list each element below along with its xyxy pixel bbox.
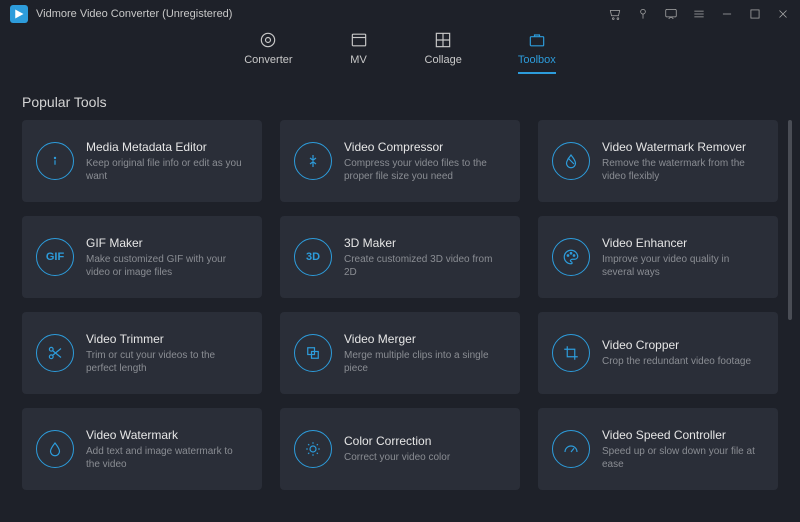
tool-desc: Keep original file info or edit as you w… (86, 157, 248, 183)
tool-video-merger[interactable]: Video Merger Merge multiple clips into a… (280, 312, 520, 394)
converter-icon (258, 30, 278, 50)
tool-title: 3D Maker (344, 236, 506, 250)
tool-media-metadata-editor[interactable]: Media Metadata Editor Keep original file… (22, 120, 262, 202)
feedback-icon[interactable] (664, 7, 678, 21)
tab-label-mv: MV (350, 54, 367, 66)
tab-label-converter: Converter (244, 54, 292, 66)
tool-title: Video Enhancer (602, 236, 764, 250)
merge-icon (294, 334, 332, 372)
info-icon (36, 142, 74, 180)
droplet-remove-icon (552, 142, 590, 180)
tool-title: Video Watermark (86, 428, 248, 442)
tool-speed-controller[interactable]: Video Speed Controller Speed up or slow … (538, 408, 778, 490)
tool-desc: Add text and image watermark to the vide… (86, 445, 248, 471)
tool-desc: Merge multiple clips into a single piece (344, 349, 506, 375)
tool-gif-maker[interactable]: GIF GIF Maker Make customized GIF with y… (22, 216, 262, 298)
compress-icon (294, 142, 332, 180)
tool-watermark-remover[interactable]: Video Watermark Remover Remove the water… (538, 120, 778, 202)
toolbox-icon (527, 30, 547, 50)
tab-mv[interactable]: MV (349, 30, 369, 72)
app-title: Vidmore Video Converter (Unregistered) (36, 8, 232, 20)
title-bar-left: Vidmore Video Converter (Unregistered) (10, 5, 232, 23)
tool-desc: Trim or cut your videos to the perfect l… (86, 349, 248, 375)
tool-desc: Make customized GIF with your video or i… (86, 253, 248, 279)
tool-title: Video Speed Controller (602, 428, 764, 442)
scrollbar-thumb[interactable] (788, 120, 792, 320)
droplet-icon (36, 430, 74, 468)
tool-desc: Improve your video quality in several wa… (602, 253, 764, 279)
tool-title: Video Trimmer (86, 332, 248, 346)
three-d-icon: 3D (294, 238, 332, 276)
tool-title: Video Compressor (344, 140, 506, 154)
tool-title: GIF Maker (86, 236, 248, 250)
tool-video-trimmer[interactable]: Video Trimmer Trim or cut your videos to… (22, 312, 262, 394)
minimize-icon[interactable] (720, 7, 734, 21)
tool-3d-maker[interactable]: 3D 3D Maker Create customized 3D video f… (280, 216, 520, 298)
cart-icon[interactable] (608, 7, 622, 21)
tab-label-collage: Collage (425, 54, 462, 66)
app-logo-icon (10, 5, 28, 23)
tool-video-cropper[interactable]: Video Cropper Crop the redundant video f… (538, 312, 778, 394)
tool-title: Color Correction (344, 434, 506, 448)
tool-video-watermark[interactable]: Video Watermark Add text and image water… (22, 408, 262, 490)
tool-title: Video Cropper (602, 338, 764, 352)
title-bar-right (608, 7, 790, 21)
tool-video-compressor[interactable]: Video Compressor Compress your video fil… (280, 120, 520, 202)
mv-icon (349, 30, 369, 50)
tool-video-enhancer[interactable]: Video Enhancer Improve your video qualit… (538, 216, 778, 298)
sun-icon (294, 430, 332, 468)
main-tabs: Converter MV Collage Toolbox (0, 30, 800, 80)
tool-title: Video Merger (344, 332, 506, 346)
tool-desc: Speed up or slow down your file at ease (602, 445, 764, 471)
title-bar: Vidmore Video Converter (Unregistered) (0, 0, 800, 28)
collage-icon (433, 30, 453, 50)
close-icon[interactable] (776, 7, 790, 21)
tool-desc: Compress your video files to the proper … (344, 157, 506, 183)
tab-label-toolbox: Toolbox (518, 54, 556, 66)
menu-icon[interactable] (692, 7, 706, 21)
gif-icon: GIF (36, 238, 74, 276)
tool-desc: Create customized 3D video from 2D (344, 253, 506, 279)
tab-collage[interactable]: Collage (425, 30, 462, 72)
crop-icon (552, 334, 590, 372)
tab-converter[interactable]: Converter (244, 30, 292, 72)
palette-icon (552, 238, 590, 276)
tool-desc: Correct your video color (344, 451, 506, 464)
tab-toolbox[interactable]: Toolbox (518, 30, 556, 74)
tool-title: Media Metadata Editor (86, 140, 248, 154)
scissors-icon (36, 334, 74, 372)
tool-desc: Remove the watermark from the video flex… (602, 157, 764, 183)
section-title: Popular Tools (0, 80, 800, 120)
tools-grid: Media Metadata Editor Keep original file… (22, 120, 778, 490)
tool-title: Video Watermark Remover (602, 140, 764, 154)
register-key-icon[interactable] (636, 7, 650, 21)
tool-desc: Crop the redundant video footage (602, 355, 764, 368)
tools-panel: Media Metadata Editor Keep original file… (0, 120, 800, 522)
speedometer-icon (552, 430, 590, 468)
tool-color-correction[interactable]: Color Correction Correct your video colo… (280, 408, 520, 490)
maximize-icon[interactable] (748, 7, 762, 21)
